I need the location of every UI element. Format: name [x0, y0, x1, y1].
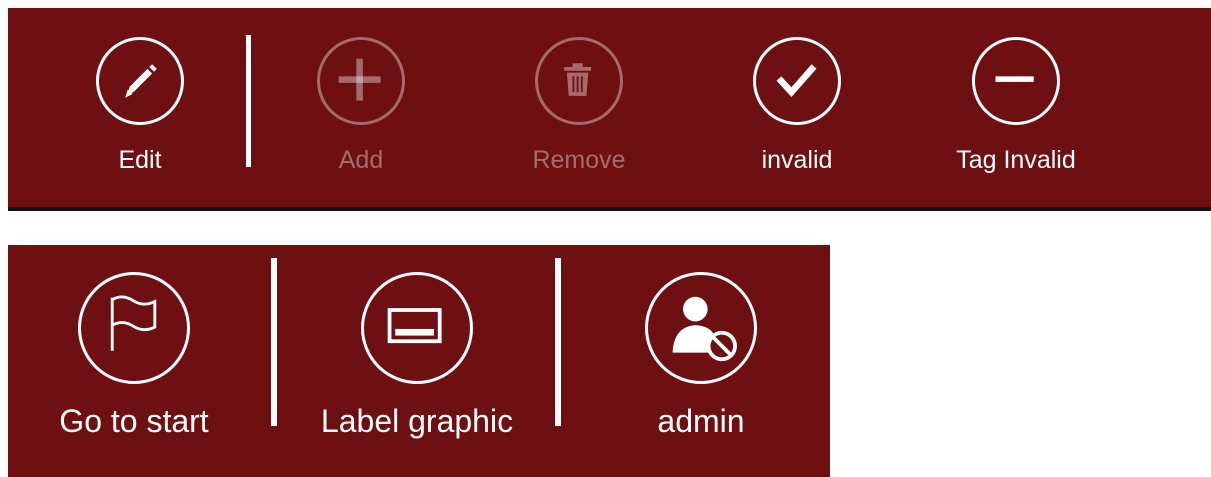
admin-label: admin — [657, 403, 745, 439]
user-blocked-icon — [645, 272, 757, 384]
invalid-label: invalid — [761, 146, 833, 174]
remove-label: Remove — [532, 146, 626, 174]
edit-label: Edit — [118, 146, 162, 174]
tag-invalid-label: Tag Invalid — [956, 146, 1076, 174]
plus-icon — [317, 37, 405, 125]
toolbar-separator — [555, 258, 561, 426]
flag-icon — [78, 272, 190, 384]
toolbar-separator — [271, 258, 277, 426]
toolbar-separator — [246, 35, 251, 167]
go-to-start-label: Go to start — [59, 403, 209, 439]
add-label: Add — [338, 146, 384, 174]
label-graphic-icon — [361, 272, 473, 384]
trash-icon — [535, 37, 623, 125]
label-graphic-label: Label graphic — [320, 403, 514, 439]
top-app-bar-shadow — [8, 207, 1211, 211]
minus-icon — [972, 37, 1060, 125]
checkmark-icon — [753, 37, 841, 125]
pencil-icon — [96, 37, 184, 125]
